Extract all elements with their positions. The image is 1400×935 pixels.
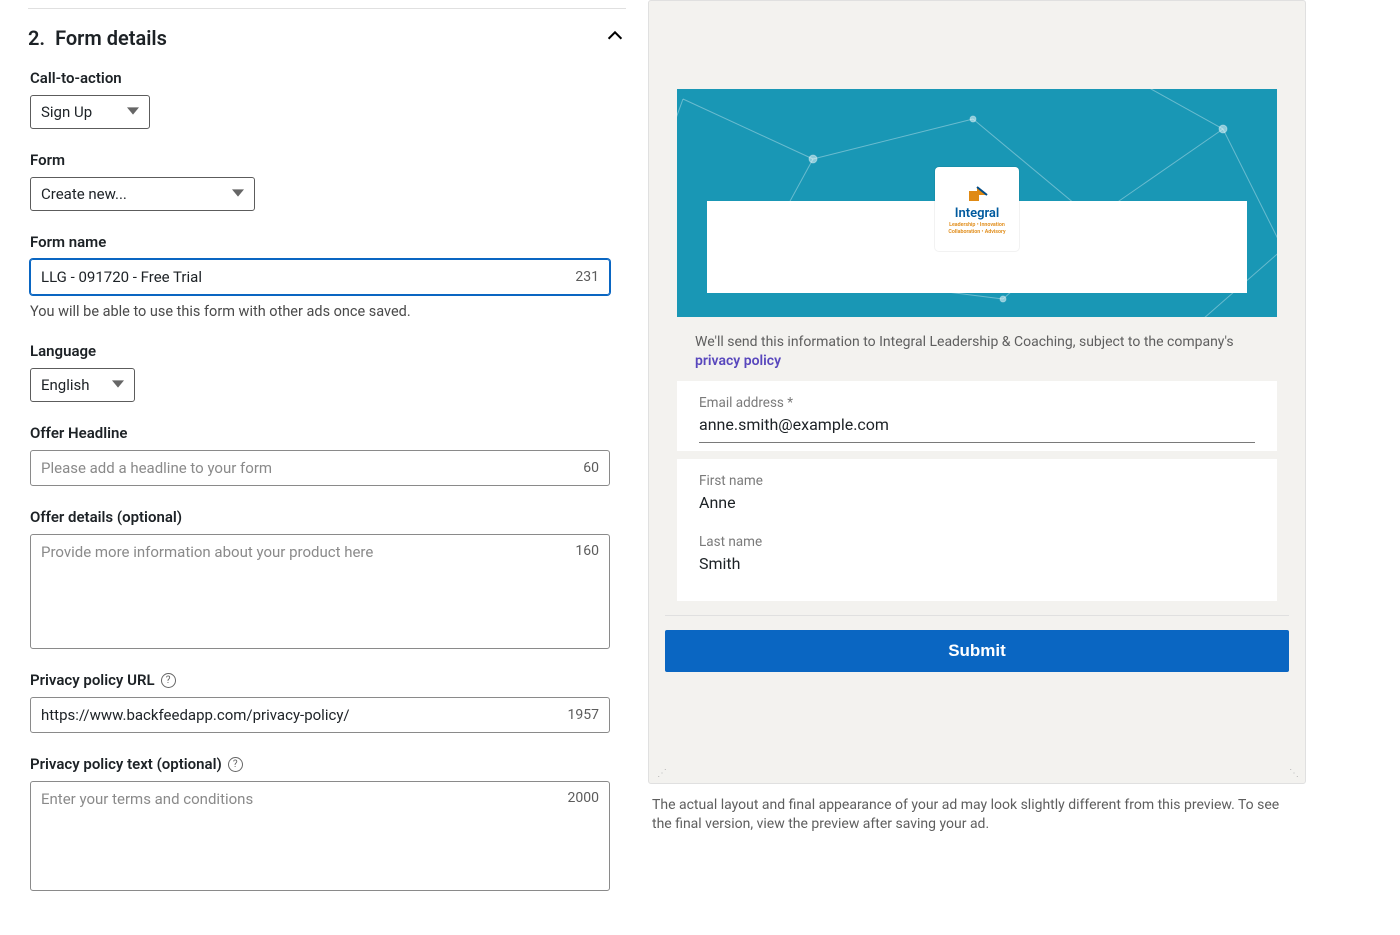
form-field: Form Create new... bbox=[30, 151, 626, 211]
details-count: 160 bbox=[575, 543, 599, 559]
preview-footnote: The actual layout and final appearance o… bbox=[652, 796, 1302, 834]
help-icon[interactable]: ? bbox=[161, 673, 176, 688]
chevron-up-icon[interactable] bbox=[604, 25, 626, 51]
form-name-count: 231 bbox=[575, 269, 599, 285]
section-header[interactable]: 2. Form details bbox=[28, 8, 626, 69]
preview-hero: Integral Leadership • Innovation Collabo… bbox=[677, 89, 1277, 317]
caret-down-icon bbox=[127, 103, 139, 121]
preview-email-label: Email address * bbox=[699, 395, 1255, 411]
privacy-text-textarea-wrapper[interactable]: 2000 bbox=[30, 781, 610, 891]
details-label: Offer details (optional) bbox=[30, 508, 626, 526]
headline-input[interactable] bbox=[41, 459, 573, 477]
headline-label: Offer Headline bbox=[30, 424, 626, 442]
caret-down-icon bbox=[232, 185, 244, 203]
privacy-url-input-wrapper[interactable]: 1957 bbox=[30, 697, 610, 733]
preview-form-fields: Email address * anne.smith@example.com F… bbox=[677, 381, 1277, 601]
resize-handle-icon[interactable]: ⋱ bbox=[1289, 768, 1297, 779]
preview-firstname-value: Anne bbox=[699, 493, 1255, 520]
company-logo: Integral Leadership • Innovation Collabo… bbox=[935, 167, 1019, 251]
preview-submit-row: Submit bbox=[665, 615, 1289, 672]
language-field: Language English bbox=[30, 342, 626, 402]
privacy-text-textarea[interactable] bbox=[41, 790, 558, 882]
cta-select[interactable]: Sign Up bbox=[30, 95, 150, 129]
details-field: Offer details (optional) 160 bbox=[30, 508, 626, 649]
logo-word: Integral bbox=[955, 206, 1000, 221]
consent-text: We'll send this information to Integral … bbox=[695, 333, 1259, 371]
cta-label: Call-to-action bbox=[30, 69, 626, 87]
privacy-policy-link[interactable]: privacy policy bbox=[695, 353, 781, 369]
form-name-input[interactable] bbox=[41, 268, 565, 286]
form-editor-panel: 2. Form details Call-to-action Sign Up F… bbox=[0, 0, 640, 935]
form-select[interactable]: Create new... bbox=[30, 177, 255, 211]
form-name-input-wrapper[interactable]: 231 bbox=[30, 259, 610, 295]
resize-handle-icon[interactable]: ⋰ bbox=[657, 768, 665, 779]
language-value: English bbox=[41, 376, 90, 394]
language-select[interactable]: English bbox=[30, 368, 135, 402]
logo-mark-icon bbox=[965, 183, 989, 207]
caret-down-icon bbox=[112, 376, 124, 394]
privacy-url-input[interactable] bbox=[41, 706, 558, 724]
help-icon[interactable]: ? bbox=[228, 757, 243, 772]
privacy-text-count: 2000 bbox=[568, 790, 599, 806]
preview-name-card: First name Anne Last name Smith bbox=[677, 459, 1277, 601]
preview-email-value: anne.smith@example.com bbox=[699, 415, 1255, 443]
logo-tagline: Leadership • Innovation bbox=[949, 222, 1005, 228]
privacy-url-count: 1957 bbox=[568, 707, 599, 723]
cta-field: Call-to-action Sign Up bbox=[30, 69, 626, 129]
language-label: Language bbox=[30, 342, 626, 360]
privacy-text-field: Privacy policy text (optional) ? 2000 bbox=[30, 755, 626, 891]
details-textarea-wrapper[interactable]: 160 bbox=[30, 534, 610, 649]
privacy-url-label: Privacy policy URL ? bbox=[30, 671, 626, 689]
form-label: Form bbox=[30, 151, 626, 169]
form-name-field: Form name 231 You will be able to use th… bbox=[30, 233, 626, 320]
preview-card: Integral Leadership • Innovation Collabo… bbox=[648, 0, 1306, 784]
preview-lastname-value: Smith bbox=[699, 554, 1255, 581]
form-name-hint: You will be able to use this form with o… bbox=[30, 303, 626, 320]
logo-tagline: Collaboration • Advisory bbox=[948, 229, 1005, 235]
headline-field: Offer Headline 60 bbox=[30, 424, 626, 486]
privacy-text-label: Privacy policy text (optional) ? bbox=[30, 755, 626, 773]
form-select-value: Create new... bbox=[41, 185, 127, 203]
details-textarea[interactable] bbox=[41, 543, 565, 640]
preview-email-card: Email address * anne.smith@example.com bbox=[677, 381, 1277, 451]
cta-value: Sign Up bbox=[41, 103, 92, 121]
headline-input-wrapper[interactable]: 60 bbox=[30, 450, 610, 486]
submit-button[interactable]: Submit bbox=[665, 630, 1289, 672]
form-name-label: Form name bbox=[30, 233, 626, 251]
section-title: 2. Form details bbox=[28, 26, 167, 50]
preview-firstname-label: First name bbox=[699, 473, 1255, 489]
privacy-url-field: Privacy policy URL ? 1957 bbox=[30, 671, 626, 733]
preview-panel: Integral Leadership • Innovation Collabo… bbox=[640, 0, 1326, 935]
headline-count: 60 bbox=[583, 460, 599, 476]
preview-lastname-label: Last name bbox=[699, 534, 1255, 550]
